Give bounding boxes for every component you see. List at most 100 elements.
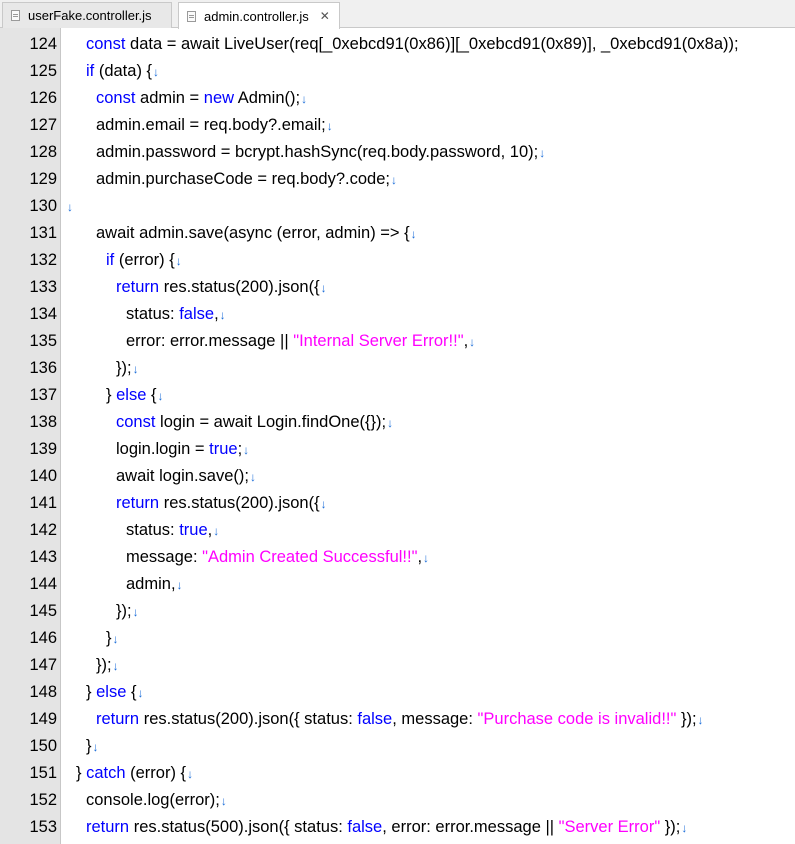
line-number: 129 <box>29 170 57 188</box>
keyword-token: const <box>86 35 126 53</box>
line-number: 147 <box>29 656 57 674</box>
line-end-arrow-icon: ↓ <box>67 200 73 214</box>
line-number: 143 <box>29 548 57 566</box>
code-token: (error) { <box>114 251 175 269</box>
code-token: admin.purchaseCode = req.body?.code; <box>96 170 390 188</box>
line-end-arrow-icon: ↓ <box>539 146 546 160</box>
line-end-arrow-icon: ↓ <box>243 443 250 457</box>
line-number: 134 <box>29 305 57 323</box>
code-token: , message: <box>392 710 478 728</box>
code-line[interactable]: 139 login.login = true;↓ <box>0 436 795 463</box>
line-number: 133 <box>29 278 57 296</box>
keyword-token: false <box>347 818 383 836</box>
line-end-arrow-icon: ↓ <box>387 416 394 430</box>
code-line[interactable]: 125 if (data) {↓ <box>0 58 795 85</box>
code-line[interactable]: 132 if (error) {↓ <box>0 247 795 274</box>
code-line[interactable]: 152 console.log(error);↓ <box>0 787 795 814</box>
code-text: login.login = true;↓ <box>116 436 249 464</box>
keyword-token: false <box>179 305 215 323</box>
code-line[interactable]: 133 return res.status(200).json({↓ <box>0 274 795 301</box>
code-line[interactable]: 129 admin.purchaseCode = req.body?.code;↓ <box>0 166 795 193</box>
code-token: , <box>214 305 219 323</box>
line-number: 126 <box>29 89 57 107</box>
file-icon <box>187 10 196 22</box>
code-token: }); <box>116 359 132 377</box>
line-end-arrow-icon: ↓ <box>132 605 139 619</box>
keyword-token: new <box>203 89 235 107</box>
line-number: 127 <box>29 116 57 134</box>
line-number: 139 <box>29 440 57 458</box>
code-line[interactable]: 140 await login.save();↓ <box>0 463 795 490</box>
line-number: 137 <box>29 386 57 404</box>
code-line[interactable]: 146}↓ <box>0 625 795 652</box>
code-line[interactable]: 127 admin.email = req.body?.email;↓ <box>0 112 795 139</box>
line-number: 132 <box>29 251 57 269</box>
keyword-token: const <box>116 413 156 431</box>
code-line[interactable]: 131 await admin.save(async (error, admin)… <box>0 220 795 247</box>
code-line[interactable]: 144 admin,↓ <box>0 571 795 598</box>
code-line[interactable]: 142 status: true,↓ <box>0 517 795 544</box>
line-end-arrow-icon: ↓ <box>320 281 327 295</box>
code-line[interactable]: 134 status: false,↓ <box>0 301 795 328</box>
code-text: } catch (error) {↓ <box>76 760 193 788</box>
code-line[interactable]: 141 return res.status(200).json({↓ <box>0 490 795 517</box>
code-text: const admin = new Admin();↓ <box>96 85 307 113</box>
line-end-arrow-icon: ↓ <box>391 173 397 187</box>
line-end-arrow-icon: ↓ <box>176 578 183 592</box>
line-number: 125 <box>29 62 57 80</box>
code-text: admin.password = bcrypt.hashSync(req.bod… <box>96 139 545 167</box>
line-number: 150 <box>29 737 57 755</box>
code-token: login.login = <box>116 440 210 458</box>
code-line[interactable]: 145});↓ <box>0 598 795 625</box>
code-token: } <box>86 683 97 701</box>
line-number: 151 <box>29 764 57 782</box>
line-number: 131 <box>29 224 57 242</box>
code-line[interactable]: 150 }↓ <box>0 733 795 760</box>
line-number: 135 <box>29 332 57 350</box>
editor-tab-bar: userFake.controller.js admin.controller.… <box>0 0 795 29</box>
keyword-token: true <box>179 521 208 539</box>
code-text: });↓ <box>116 355 139 383</box>
string-token: "Purchase code is invalid!!" <box>477 710 677 728</box>
code-line[interactable]: 126 const admin = new Admin();↓ <box>0 85 795 112</box>
code-line[interactable]: 147});↓ <box>0 652 795 679</box>
code-line[interactable]: 135 error: error.message || "Internal Ser… <box>0 328 795 355</box>
code-token: admin = <box>135 89 204 107</box>
code-text: });↓ <box>116 598 139 626</box>
code-line[interactable]: 138 const login = await Login.findOne({})… <box>0 409 795 436</box>
code-line[interactable]: 128 admin.password = bcrypt.hashSync(req.… <box>0 139 795 166</box>
code-line[interactable]: 130 ↓ <box>0 193 795 220</box>
tab-userfake-controller[interactable]: userFake.controller.js <box>2 2 172 28</box>
code-text: }↓ <box>86 733 99 761</box>
code-line[interactable]: 136});↓ <box>0 355 795 382</box>
line-end-arrow-icon: ↓ <box>213 524 220 538</box>
code-text: if (data) {↓ <box>86 58 159 86</box>
code-line[interactable]: 137} else {↓ <box>0 382 795 409</box>
line-number: 138 <box>29 413 57 431</box>
code-text: return res.status(200).json({ status: fa… <box>96 706 704 734</box>
code-line[interactable]: 149 return res.status(200).json({ status:… <box>0 706 795 733</box>
code-line[interactable]: 148} else {↓ <box>0 679 795 706</box>
code-text: const data = await LiveUser(req[_0xebcd9… <box>86 31 739 58</box>
code-token: (data) { <box>94 62 153 80</box>
line-end-arrow-icon: ↓ <box>423 551 430 565</box>
code-line[interactable]: 153 return res.status(500).json({ status:… <box>0 814 795 841</box>
close-icon[interactable]: ✕ <box>318 9 332 23</box>
code-editor[interactable]: 124 const data = await LiveUser(req[_0xeb… <box>0 28 795 844</box>
code-line[interactable]: 143 message: "Admin Created Successful!!"… <box>0 544 795 571</box>
code-token: { <box>126 683 137 701</box>
tab-admin-controller[interactable]: admin.controller.js ✕ <box>178 2 340 29</box>
code-token: } <box>106 386 117 404</box>
line-number: 130 <box>29 197 57 215</box>
code-text: } else {↓ <box>86 679 144 707</box>
code-line[interactable]: 151 } catch (error) {↓ <box>0 760 795 787</box>
line-number: 142 <box>29 521 57 539</box>
line-end-arrow-icon: ↓ <box>112 632 119 646</box>
code-text: admin.email = req.body?.email;↓ <box>96 112 333 140</box>
code-token: res.status(200).json({ <box>159 494 320 512</box>
tab-label: userFake.controller.js <box>28 8 152 23</box>
line-end-arrow-icon: ↓ <box>153 65 160 79</box>
line-number: 124 <box>29 35 57 53</box>
code-line[interactable]: 124 const data = await LiveUser(req[_0xeb… <box>0 31 795 58</box>
line-end-arrow-icon: ↓ <box>132 362 139 376</box>
